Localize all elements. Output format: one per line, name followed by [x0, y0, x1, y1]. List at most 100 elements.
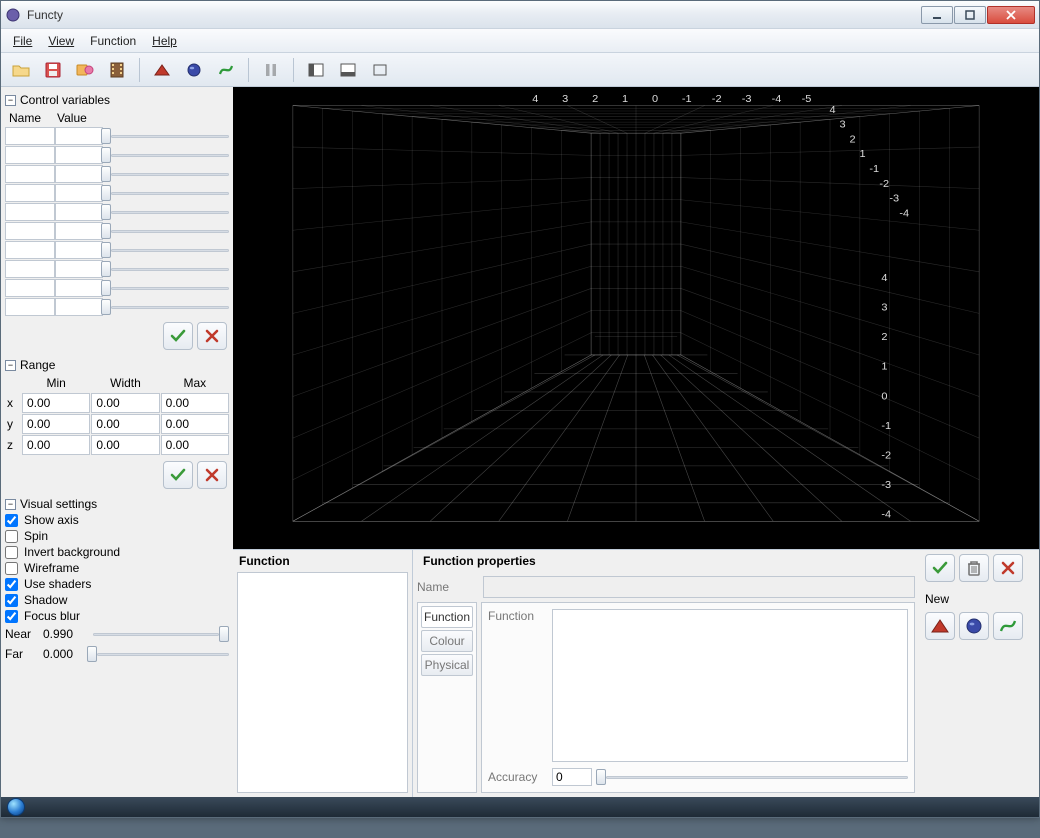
control-name-input[interactable] [5, 203, 55, 221]
range-y-width[interactable] [91, 414, 159, 434]
control-variables-header[interactable]: − Control variables [5, 93, 229, 107]
control-name-input[interactable] [5, 298, 55, 316]
visual-check-row: Invert background [5, 545, 229, 559]
visual-checkbox[interactable] [5, 546, 18, 559]
tab-colour[interactable]: Colour [421, 630, 473, 652]
range-x-width[interactable] [91, 393, 159, 413]
menu-function[interactable]: Function [82, 31, 144, 51]
tab-function[interactable]: Function [421, 606, 473, 628]
new-sphere-button[interactable] [959, 612, 989, 640]
visual-checkbox[interactable] [5, 530, 18, 543]
menu-help[interactable]: Help [144, 31, 185, 51]
range-z-max[interactable] [161, 435, 229, 455]
start-orb-icon[interactable] [7, 798, 25, 816]
control-value-input[interactable] [55, 241, 103, 259]
range-apply-button[interactable] [163, 461, 193, 489]
control-name-input[interactable] [5, 241, 55, 259]
control-name-input[interactable] [5, 260, 55, 278]
visual-check-label: Focus blur [24, 609, 80, 623]
range-x-min[interactable] [22, 393, 90, 413]
control-slider[interactable] [107, 279, 229, 297]
control-slider[interactable] [107, 298, 229, 316]
svg-text:2: 2 [849, 134, 855, 146]
menu-view[interactable]: View [40, 31, 82, 51]
visual-checkbox[interactable] [5, 594, 18, 607]
menu-file[interactable]: File [5, 31, 40, 51]
maximize-button[interactable] [954, 6, 986, 24]
panel-left-button[interactable] [302, 57, 330, 83]
control-name-input[interactable] [5, 127, 55, 145]
near-slider[interactable] [93, 625, 229, 643]
control-value-input[interactable] [55, 260, 103, 278]
tab-page-function: Function Accuracy [481, 602, 915, 793]
control-value-input[interactable] [55, 165, 103, 183]
control-slider[interactable] [107, 165, 229, 183]
close-button[interactable] [987, 6, 1035, 24]
control-slider[interactable] [107, 241, 229, 259]
toolbar [1, 53, 1039, 87]
curve-button[interactable] [212, 57, 240, 83]
far-slider[interactable] [93, 645, 229, 663]
open-folder-button[interactable] [7, 57, 35, 83]
range-x-max[interactable] [161, 393, 229, 413]
control-slider[interactable] [107, 127, 229, 145]
minimize-button[interactable] [921, 6, 953, 24]
control-row [5, 203, 229, 221]
accuracy-slider[interactable] [602, 768, 908, 786]
control-slider[interactable] [107, 260, 229, 278]
accuracy-input[interactable] [552, 768, 592, 786]
control-value-input[interactable] [55, 146, 103, 164]
visual-header[interactable]: − Visual settings [5, 497, 229, 511]
range-cancel-button[interactable] [197, 461, 227, 489]
function-name-input[interactable] [483, 576, 915, 598]
visual-checkbox[interactable] [5, 578, 18, 591]
control-slider[interactable] [107, 203, 229, 221]
visual-checkbox[interactable] [5, 562, 18, 575]
visual-checkbox[interactable] [5, 610, 18, 623]
control-value-input[interactable] [55, 279, 103, 297]
props-delete-button[interactable] [959, 554, 989, 582]
props-cancel-button[interactable] [993, 554, 1023, 582]
control-slider[interactable] [107, 146, 229, 164]
range-row-z-label: z [5, 438, 21, 452]
panel-bottom-button[interactable] [334, 57, 362, 83]
control-value-input[interactable] [55, 203, 103, 221]
control-slider[interactable] [107, 184, 229, 202]
control-value-input[interactable] [55, 298, 103, 316]
cartesian-button[interactable] [148, 57, 176, 83]
fullscreen-button[interactable] [366, 57, 394, 83]
control-row [5, 241, 229, 259]
control-apply-button[interactable] [163, 322, 193, 350]
range-y-max[interactable] [161, 414, 229, 434]
range-z-min[interactable] [22, 435, 90, 455]
new-cartesian-button[interactable] [925, 612, 955, 640]
control-name-input[interactable] [5, 279, 55, 297]
film-button[interactable] [103, 57, 131, 83]
new-curve-button[interactable] [993, 612, 1023, 640]
visual-checkbox[interactable] [5, 514, 18, 527]
control-value-input[interactable] [55, 222, 103, 240]
control-name-input[interactable] [5, 184, 55, 202]
tab-physical[interactable]: Physical [421, 654, 473, 676]
save-button[interactable] [39, 57, 67, 83]
3d-viewport[interactable]: 43210-1-2-3-4-54321-1-2-3-443210-1-2-3-4 [233, 87, 1039, 549]
toolbar-separator-2 [248, 58, 249, 82]
column-header-name: Name [5, 109, 55, 127]
range-z-width[interactable] [91, 435, 159, 455]
control-value-input[interactable] [55, 184, 103, 202]
function-expression-input[interactable] [552, 609, 908, 762]
sphere-button[interactable] [180, 57, 208, 83]
control-variables-rows [5, 127, 229, 316]
range-header[interactable]: − Range [5, 358, 229, 372]
function-list[interactable] [237, 572, 408, 793]
control-name-input[interactable] [5, 222, 55, 240]
control-name-input[interactable] [5, 146, 55, 164]
control-name-input[interactable] [5, 165, 55, 183]
control-slider[interactable] [107, 222, 229, 240]
control-cancel-button[interactable] [197, 322, 227, 350]
export-button[interactable] [71, 57, 99, 83]
range-y-min[interactable] [22, 414, 90, 434]
props-apply-button[interactable] [925, 554, 955, 582]
control-value-input[interactable] [55, 127, 103, 145]
pause-button[interactable] [257, 57, 285, 83]
